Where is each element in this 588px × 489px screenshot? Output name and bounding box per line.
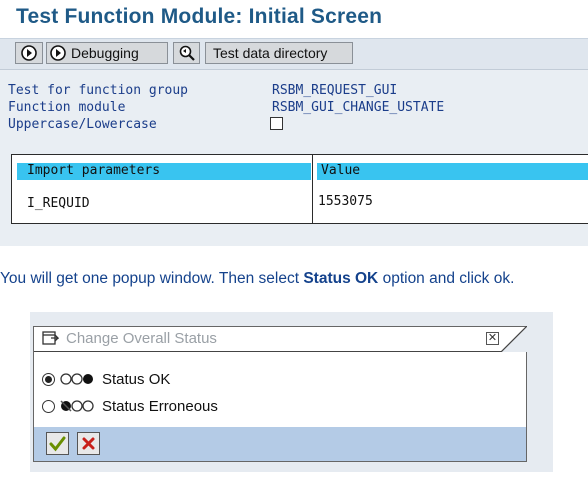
sap-test-screen: Test Function Module: Initial Screen Deb…	[0, 0, 588, 246]
green-traffic-light-icon	[60, 373, 93, 385]
column-header-value: Value	[317, 163, 588, 180]
title-corner-decoration	[501, 326, 527, 352]
instruction-after: option and click ok.	[378, 270, 515, 287]
status-erroneous-label: Status Erroneous	[102, 397, 218, 415]
header-value-text: Value	[321, 163, 361, 178]
selection-area: Test for function group RSBM_REQUEST_GUI…	[0, 71, 588, 246]
title-bar: Test Function Module: Initial Screen	[0, 0, 588, 39]
status-ok-label: Status OK	[102, 370, 171, 388]
test-data-directory-label: Test data directory	[213, 45, 328, 61]
status-ok-radio[interactable]	[42, 372, 55, 386]
status-ok-option[interactable]: Status OK	[42, 369, 170, 389]
confirm-check-icon	[49, 436, 66, 452]
cancel-x-icon	[82, 437, 95, 450]
search-button[interactable]	[173, 42, 200, 64]
status-erroneous-option[interactable]: Status Erroneous	[42, 396, 218, 416]
page-title: Test Function Module: Initial Screen	[16, 5, 383, 28]
uppercase-lowercase-label: Uppercase/Lowercase	[8, 117, 157, 132]
dialog-title-bar: Change Overall Status ✕	[34, 326, 527, 352]
import-parameters-table: Import parameters Value I_REQUID 1553075	[11, 154, 588, 224]
popup-screenshot: Change Overall Status ✕ Status OK Status…	[30, 312, 553, 472]
confirm-button[interactable]	[46, 432, 69, 455]
instruction-before: You will get one popup window. Then sele…	[0, 270, 304, 287]
function-group-value: RSBM_REQUEST_GUI	[272, 83, 398, 98]
status-erroneous-radio[interactable]	[42, 399, 55, 413]
debugging-icon	[49, 44, 67, 62]
test-data-directory-button[interactable]: Test data directory	[205, 42, 353, 64]
header-import-parameters-text: Import parameters	[27, 163, 161, 178]
instruction-text: You will get one popup window. Then sele…	[0, 270, 588, 288]
execute-button[interactable]	[15, 42, 43, 64]
application-toolbar: Debugging Test data directory	[0, 39, 588, 70]
column-divider	[312, 155, 313, 223]
param-name-cell: I_REQUID	[27, 196, 90, 211]
change-status-dialog: Change Overall Status ✕ Status OK Status…	[33, 326, 527, 462]
red-traffic-light-icon	[60, 400, 94, 412]
dialog-window-icon	[42, 331, 60, 346]
close-icon[interactable]: ✕	[486, 332, 499, 345]
execute-clock-icon	[20, 44, 38, 62]
function-group-label: Test for function group	[8, 83, 189, 98]
function-module-value: RSBM_GUI_CHANGE_USTATE	[272, 100, 445, 115]
param-value-input[interactable]: 1553075	[316, 194, 410, 211]
magnifier-icon	[178, 44, 196, 62]
dialog-button-bar	[34, 427, 526, 461]
uppercase-lowercase-checkbox[interactable]	[270, 117, 283, 130]
column-header-import-parameters: Import parameters	[17, 163, 311, 180]
function-module-label: Function module	[8, 100, 126, 115]
cancel-button[interactable]	[77, 432, 100, 455]
debugging-label: Debugging	[71, 45, 139, 61]
dialog-title: Change Overall Status	[66, 330, 217, 347]
instruction-bold: Status OK	[303, 270, 379, 287]
debugging-button[interactable]: Debugging	[46, 42, 168, 64]
